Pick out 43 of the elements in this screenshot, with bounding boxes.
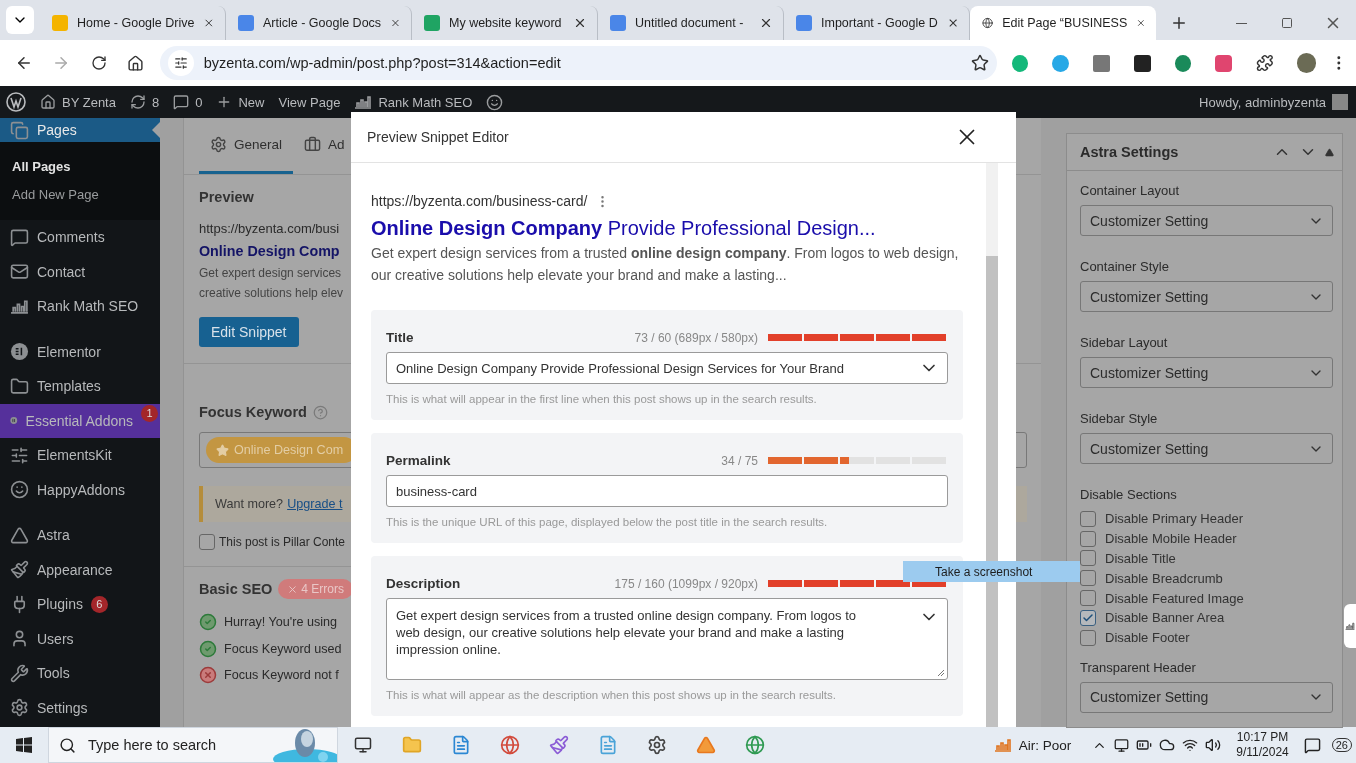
checkbox-label: This post is Pillar Conte bbox=[219, 535, 346, 549]
preview-description: Get expert design services bbox=[199, 265, 342, 282]
field-label: Transparent Header bbox=[1080, 659, 1197, 675]
basic-seo-label: Basic SEO bbox=[199, 581, 273, 597]
error-badge: 4 Errors bbox=[278, 579, 354, 599]
help-text: This is what will appear as the description when this post shows up in the search results. bbox=[386, 689, 837, 701]
checkbox-label: Disable Featured Image bbox=[1105, 590, 1244, 606]
notice-text: Want more? bbox=[215, 497, 284, 511]
seo-check-text: Focus Keyword not f bbox=[224, 668, 339, 683]
checkbox-label: Disable Mobile Header bbox=[1105, 531, 1237, 547]
field-label: Description bbox=[386, 576, 462, 591]
field-label: Sidebar Layout bbox=[1080, 335, 1169, 350]
field-label: Title bbox=[386, 330, 415, 345]
preview-description: creative solutions help elev bbox=[199, 285, 344, 302]
preview-url: https://byzenta.com/busi bbox=[199, 220, 340, 238]
snippet-title: Online Design Company Provide Professional Design... bbox=[371, 217, 877, 240]
checkbox-label: Disable Title bbox=[1105, 551, 1176, 566]
count-badge: 6 bbox=[90, 595, 108, 613]
snippet-url: https://byzenta.com/business-card/ bbox=[371, 193, 588, 209]
panel-title: Astra Settings bbox=[1080, 144, 1180, 160]
checkbox-label: Disable Banner Area bbox=[1105, 610, 1225, 626]
checkbox-label: Disable Primary Header bbox=[1105, 511, 1243, 527]
field-label: Sidebar Style bbox=[1080, 411, 1159, 426]
checkbox-label: Disable Breadcrumb bbox=[1105, 570, 1223, 586]
preview-title: Online Design Comp bbox=[199, 242, 340, 261]
focus-keyword-label: Focus Keyword bbox=[199, 404, 307, 420]
snippet-description: Get expert design services from a trusted online design company. From logos to web design, our creative solutions help elevate your brand and make a lasting... bbox=[371, 244, 960, 285]
character-counter: 34 / 75 bbox=[721, 453, 758, 468]
dialog-title: Preview Snippet Editor bbox=[367, 129, 509, 145]
seo-check-text: Focus Keyword used bbox=[224, 641, 342, 656]
character-counter: 73 / 60 (689px / 580px) bbox=[634, 330, 758, 345]
field-label: Container Layout bbox=[1080, 183, 1180, 198]
help-text: This is what will appear in the first line when this post shows up in the search results. bbox=[386, 393, 818, 405]
count-badge: 1 bbox=[141, 404, 158, 422]
checkbox-label: Disable Footer bbox=[1105, 630, 1190, 646]
field-label: Container Style bbox=[1080, 259, 1170, 274]
tooltip: Take a screenshot bbox=[903, 561, 1080, 582]
field-label: Disable Sections bbox=[1080, 487, 1178, 502]
section-heading: Preview bbox=[199, 189, 254, 205]
seo-check-text: Hurray! You're using bbox=[224, 615, 338, 630]
help-text: This is the unique URL of this page, displayed below the post title in the search results. bbox=[386, 516, 829, 528]
field-label: Permalink bbox=[386, 453, 452, 468]
character-counter: 175 / 160 (1099px / 920px) bbox=[614, 576, 758, 591]
